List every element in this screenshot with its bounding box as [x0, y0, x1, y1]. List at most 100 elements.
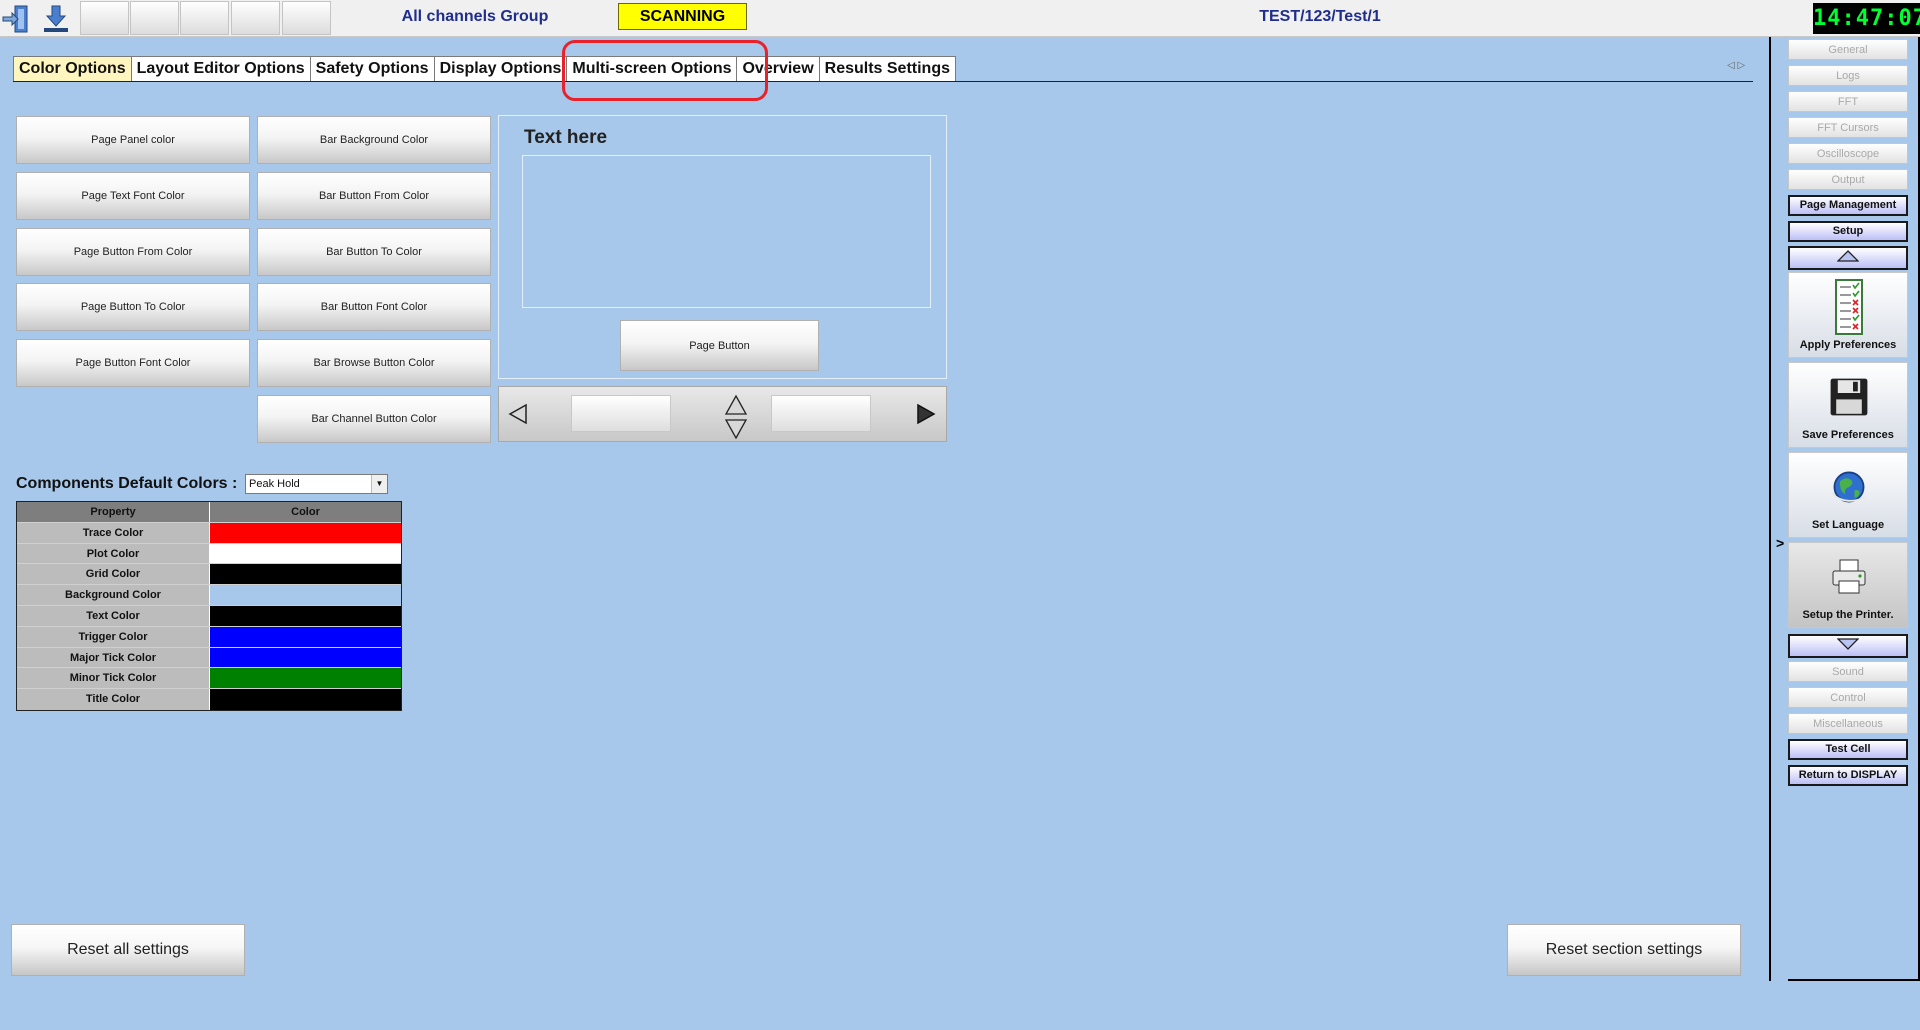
- table-row[interactable]: Grid Color: [17, 564, 401, 586]
- triangle-down-icon: [1836, 637, 1860, 655]
- tab-display-options[interactable]: Display Options: [433, 56, 568, 82]
- chevron-down-icon[interactable]: ▼: [371, 475, 387, 493]
- color-swatch[interactable]: [210, 585, 401, 605]
- preview-nav-bar: [498, 386, 947, 442]
- tab-baseline: [13, 81, 1753, 82]
- page-button-from-color-button[interactable]: Page Button From Color: [16, 228, 250, 276]
- download-icon[interactable]: [38, 1, 74, 36]
- bar-background-color-button[interactable]: Bar Background Color: [257, 116, 491, 164]
- table-header-row: Property Color: [17, 502, 401, 523]
- floppy-disk-icon: [1829, 369, 1869, 425]
- bar-button-font-color-button[interactable]: Bar Button Font Color: [257, 283, 491, 331]
- table-row[interactable]: Trigger Color: [17, 626, 401, 648]
- table-row[interactable]: Trace Color: [17, 522, 401, 544]
- toolbar-slot[interactable]: [180, 1, 229, 35]
- status-badge: SCANNING: [618, 3, 747, 30]
- up-down-arrows-icon[interactable]: [724, 394, 748, 444]
- sidebar-item-setup[interactable]: Setup: [1788, 221, 1908, 242]
- set-language-button[interactable]: Set Language: [1788, 452, 1908, 538]
- page-panel-color-button[interactable]: Page Panel color: [16, 116, 250, 164]
- sidebar-item-sound[interactable]: Sound: [1788, 661, 1908, 682]
- globe-icon: [1829, 459, 1869, 515]
- bar-button-to-color-button[interactable]: Bar Button To Color: [257, 228, 491, 276]
- sidebar-item-fft[interactable]: FFT: [1788, 91, 1908, 112]
- property-name: Plot Color: [17, 543, 210, 564]
- color-swatch[interactable]: [210, 647, 401, 668]
- sidebar-item-control[interactable]: Control: [1788, 687, 1908, 708]
- apply-preferences-button[interactable]: Apply Preferences: [1788, 272, 1908, 358]
- nav-bar-button[interactable]: [571, 395, 671, 432]
- sidebar-item-miscellaneous[interactable]: Miscellaneous: [1788, 713, 1908, 734]
- color-swatch[interactable]: [210, 564, 401, 585]
- tab-layout-editor-options[interactable]: Layout Editor Options: [130, 56, 311, 82]
- sidebar: General Logs FFT FFT Cursors Oscilloscop…: [1788, 37, 1920, 981]
- table-row[interactable]: Title Color: [17, 689, 401, 710]
- toolbar-slot[interactable]: [80, 1, 129, 35]
- table-row[interactable]: Background Color: [17, 585, 401, 606]
- sidebar-item-fft-cursors[interactable]: FFT Cursors: [1788, 117, 1908, 138]
- sidebar-item-test-cell[interactable]: Test Cell: [1788, 739, 1908, 760]
- column-header-color: Color: [210, 502, 401, 522]
- return-to-display-button[interactable]: Return to DISPLAY: [1788, 765, 1908, 786]
- property-name: Minor Tick Color: [17, 668, 210, 689]
- property-name: Background Color: [17, 585, 210, 605]
- printer-icon: [1829, 549, 1869, 605]
- tab-color-options[interactable]: Color Options: [13, 56, 132, 82]
- sidebar-item-page-management[interactable]: Page Management: [1788, 195, 1908, 216]
- checklist-icon: [1829, 279, 1869, 335]
- set-language-label: Set Language: [1811, 519, 1885, 531]
- bar-browse-button-color-button[interactable]: Bar Browse Button Color: [257, 339, 491, 387]
- table-row[interactable]: Major Tick Color: [17, 647, 401, 669]
- group-title: All channels Group: [401, 8, 549, 25]
- color-swatch[interactable]: [210, 605, 401, 626]
- triangle-right-icon[interactable]: [915, 403, 937, 430]
- reset-all-settings-button[interactable]: Reset all settings: [11, 924, 245, 976]
- page-button-font-color-button[interactable]: Page Button Font Color: [16, 339, 250, 387]
- reset-section-settings-button[interactable]: Reset section settings: [1507, 924, 1741, 976]
- sidebar-item-oscilloscope[interactable]: Oscilloscope: [1788, 143, 1908, 164]
- table-row[interactable]: Text Color: [17, 605, 401, 627]
- sidebar-item-logs[interactable]: Logs: [1788, 65, 1908, 86]
- nav-bar-button[interactable]: [771, 395, 871, 432]
- page-text-font-color-button[interactable]: Page Text Font Color: [16, 172, 250, 220]
- property-name: Text Color: [17, 605, 210, 626]
- component-type-value: Peak Hold: [249, 478, 300, 490]
- property-name: Grid Color: [17, 564, 210, 585]
- setup-printer-button[interactable]: Setup the Printer.: [1788, 542, 1908, 628]
- color-swatch[interactable]: [210, 522, 401, 543]
- component-type-select[interactable]: Peak Hold ▼: [245, 474, 388, 494]
- color-swatch[interactable]: [210, 626, 401, 647]
- property-name: Trace Color: [17, 522, 210, 543]
- component-colors-table: Property Color Trace Color Plot Color Gr…: [16, 501, 402, 711]
- color-swatch[interactable]: [210, 543, 401, 564]
- scroll-up-button[interactable]: [1788, 246, 1908, 270]
- column-header-property: Property: [17, 502, 210, 522]
- table-row[interactable]: Plot Color: [17, 543, 401, 565]
- toolbar-slot[interactable]: [231, 1, 280, 35]
- bar-button-from-color-button[interactable]: Bar Button From Color: [257, 172, 491, 220]
- sidebar-item-output[interactable]: Output: [1788, 169, 1908, 190]
- property-name: Major Tick Color: [17, 647, 210, 668]
- preview-page-button[interactable]: Page Button: [620, 320, 819, 371]
- toolbar-slot[interactable]: [130, 1, 179, 35]
- exit-icon[interactable]: [0, 1, 36, 36]
- sidebar-item-general[interactable]: General: [1788, 39, 1908, 60]
- save-preferences-button[interactable]: Save Preferences: [1788, 362, 1908, 448]
- highlight-annotation: [562, 40, 768, 101]
- bar-channel-button-color-button[interactable]: Bar Channel Button Color: [257, 395, 491, 443]
- tab-scroll-arrows[interactable]: ◁ ▷: [1727, 60, 1745, 71]
- test-path: TEST/123/Test/1: [1259, 8, 1381, 25]
- table-row[interactable]: Minor Tick Color: [17, 668, 401, 690]
- scroll-down-button[interactable]: [1788, 634, 1908, 658]
- tab-results-settings[interactable]: Results Settings: [818, 56, 956, 82]
- page-button-to-color-button[interactable]: Page Button To Color: [16, 283, 250, 331]
- tab-safety-options[interactable]: Safety Options: [309, 56, 435, 82]
- chevron-right-icon[interactable]: >: [1776, 535, 1784, 551]
- triangle-left-icon[interactable]: [507, 403, 529, 430]
- color-swatch[interactable]: [210, 668, 401, 689]
- sidebar-toggle[interactable]: >: [1769, 37, 1788, 981]
- toolbar-slot[interactable]: [282, 1, 331, 35]
- preview-title: Text here: [524, 127, 608, 148]
- color-swatch[interactable]: [210, 689, 401, 710]
- setup-printer-label: Setup the Printer.: [1802, 609, 1894, 621]
